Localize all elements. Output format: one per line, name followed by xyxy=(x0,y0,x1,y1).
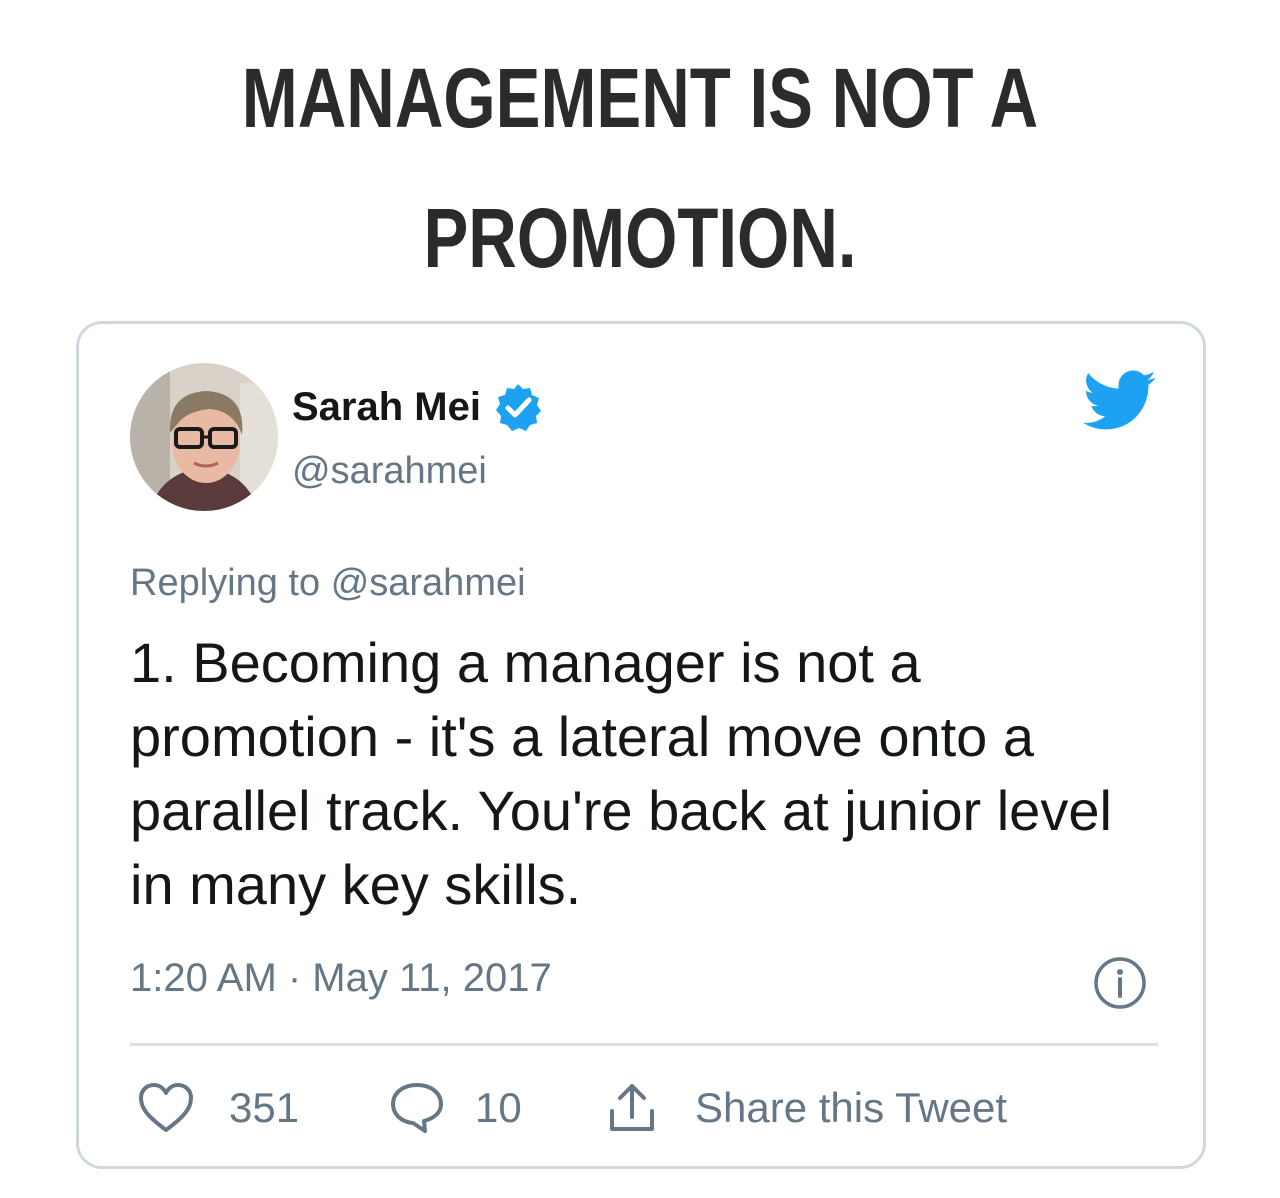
share-upload-icon xyxy=(610,1084,654,1131)
author-handle[interactable]: @sarahmei xyxy=(292,448,487,494)
replying-to: Replying to @sarahmei xyxy=(130,560,526,606)
tweet-text: 1. Becoming a manager is not a promotion… xyxy=(130,631,1112,916)
twitter-bird-icon[interactable] xyxy=(1083,370,1157,432)
heart-icon xyxy=(139,1083,193,1132)
share-label: Share this Tweet xyxy=(695,1084,1008,1131)
author-name-row[interactable]: Sarah Mei xyxy=(292,382,543,432)
info-icon[interactable] xyxy=(1092,955,1148,1011)
share-button[interactable]: Share this Tweet xyxy=(607,1080,1007,1136)
tweet-actions: 351 10 Share this Tweet xyxy=(137,1080,1007,1136)
divider xyxy=(130,1043,1158,1046)
tweet-card[interactable]: Sarah Mei @sarahmei Replying to @sarahme… xyxy=(76,321,1206,1169)
verified-badge-icon xyxy=(493,382,543,432)
tweet-timestamp[interactable]: 1:20 AM · May 11, 2017 xyxy=(130,954,552,1002)
reply-count: 10 xyxy=(475,1084,522,1131)
reply-button[interactable]: 10 xyxy=(389,1080,607,1136)
like-count: 351 xyxy=(229,1084,300,1131)
speech-bubble-icon xyxy=(391,1083,443,1133)
replying-handle-link[interactable]: @sarahmei xyxy=(331,562,526,604)
author-display-name[interactable]: Sarah Mei xyxy=(292,383,481,431)
avatar[interactable] xyxy=(130,363,278,511)
headline-line-1: MANAGEMENT IS NOT A xyxy=(241,51,1039,145)
headline-line-2: PROMOTION. xyxy=(423,191,857,285)
like-button[interactable]: 351 xyxy=(137,1080,389,1136)
headline: MANAGEMENT IS NOT A PROMOTION. xyxy=(128,28,1152,308)
replying-prefix: Replying to xyxy=(130,562,321,604)
